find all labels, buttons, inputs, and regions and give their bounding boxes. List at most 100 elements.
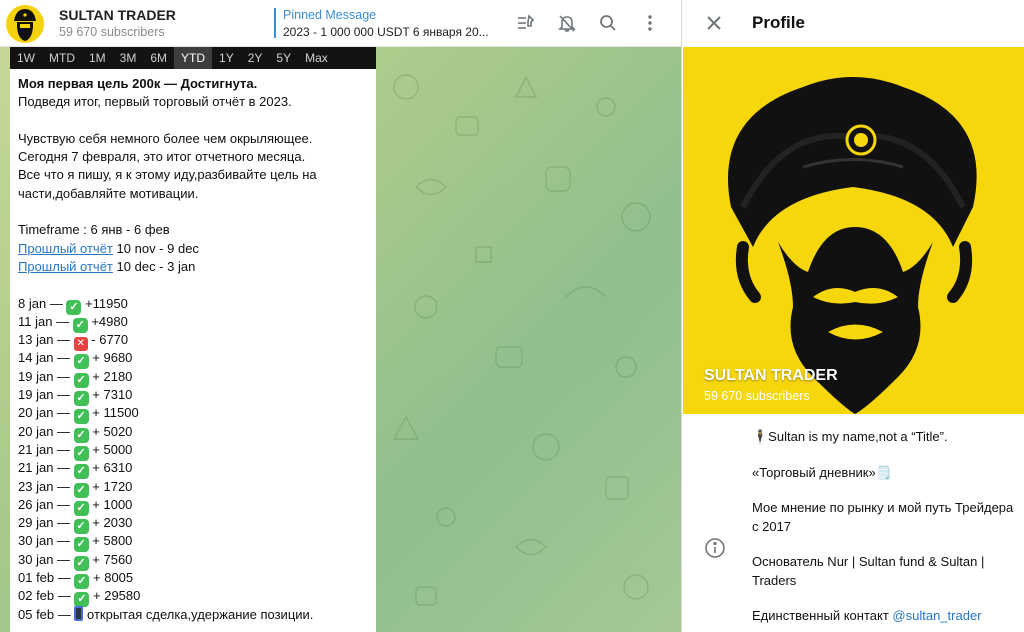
about-line: «Торговый дневник»🗒️ — [752, 464, 892, 480]
timeframe-1w[interactable]: 1W — [10, 47, 42, 69]
trade-value: + 2180 — [92, 368, 133, 384]
trade-date: 26 jan — [18, 496, 54, 512]
profile-name: SULTAN TRADER — [704, 367, 838, 384]
message-text: Моя первая цель 200к — Достигнута. Подве… — [18, 75, 370, 624]
trade-row: 02 feb — ✓ + 29580 — [18, 588, 141, 608]
trade-date: 20 jan — [18, 423, 54, 439]
mute-icon[interactable] — [556, 12, 578, 34]
trade-date: 21 jan — [18, 441, 54, 457]
contact-label: Единственный контакт — [752, 608, 889, 623]
timeframe-2y[interactable]: 2Y — [241, 47, 270, 69]
trade-date: 23 jan — [18, 478, 54, 494]
trade-date: 02 feb — [18, 588, 55, 604]
timeframe-5y[interactable]: 5Y — [269, 47, 298, 69]
trade-row: 23 jan — ✓ + 1720 — [18, 478, 133, 498]
message-subtitle: Подведя итог, первый торговый отчёт в 20… — [18, 94, 292, 110]
trade-row: 20 jan — ✓ + 5020 — [18, 423, 133, 443]
trade-row: 30 jan — ✓ + 5800 — [18, 533, 133, 553]
channel-avatar[interactable] — [6, 5, 44, 43]
trade-value: - 6770 — [91, 332, 129, 348]
trade-row: 8 jan — ✓ +11950 — [18, 295, 128, 315]
trade-value: + 7560 — [92, 551, 133, 567]
report-link-row: Прошлый отчёт 10 nov - 9 dec — [18, 240, 370, 258]
trade-row: 14 jan — ✓ + 9680 — [18, 350, 133, 370]
trade-date: 13 jan — [18, 332, 54, 348]
profile-photo[interactable]: SULTAN TRADER 59 670 subscribers — [683, 47, 1024, 414]
pinned-text: 2023 - 1 000 000 USDT 6 января 20... — [283, 25, 489, 39]
trade-value: + 8005 — [93, 570, 134, 586]
message-timeframe: Timeframe : 6 янв - 6 фев — [18, 222, 170, 238]
trade-date: 11 jan — [18, 313, 53, 329]
timeframe-1m[interactable]: 1M — [82, 47, 113, 69]
trade-value: + 5800 — [92, 533, 133, 549]
trade-value: +11950 — [85, 295, 128, 311]
about-line: Мое мнение по рынку и мой путь Трейдера … — [752, 500, 1014, 534]
report-range: 10 dec - 3 jan — [116, 258, 196, 274]
contact-line: Единственный контакт @sultan_trader — [752, 607, 1017, 626]
previous-report-link[interactable]: Прошлый отчёт — [18, 241, 113, 256]
message-paragraph: Все что я пишу, я к этому иду,разбивайте… — [18, 167, 317, 183]
pinned-message[interactable]: Pinned Message 2023 - 1 000 000 USDT 6 я… — [274, 8, 494, 39]
chat-header: SULTAN TRADER 59 670 subscribers Pinned … — [0, 0, 681, 47]
trade-value: + 5020 — [92, 423, 133, 439]
profile-panel: Profile SULTAN TRADER 59 670 subscribers… — [681, 0, 1024, 632]
trade-row: 21 jan — ✓ + 6310 — [18, 460, 133, 480]
trade-row: 13 jan — ✕ - 6770 — [18, 332, 129, 352]
pinned-label: Pinned Message — [283, 8, 377, 22]
close-icon[interactable] — [702, 11, 726, 35]
about-line: 🕴️Sultan is my name,not a “Title”. — [752, 429, 948, 444]
trade-row: 20 jan — ✓ + 11500 — [18, 405, 139, 425]
timeframe-ytd[interactable]: YTD — [174, 47, 213, 69]
channel-title[interactable]: SULTAN TRADER — [59, 7, 176, 23]
trade-row: 29 jan — ✓ + 2030 — [18, 515, 133, 535]
trade-value: + 6310 — [92, 460, 133, 476]
trade-value: + 7310 — [92, 387, 133, 403]
unpin-icon[interactable] — [515, 12, 537, 34]
timeframe-max[interactable]: Max — [298, 47, 335, 69]
trade-date: 01 feb — [18, 570, 55, 586]
chat-background-pattern — [392, 74, 651, 606]
timeframe-3m[interactable]: 3M — [113, 47, 144, 69]
trade-date: 19 jan — [18, 387, 54, 403]
trade-row: 30 jan — ✓ + 7560 — [18, 551, 133, 571]
profile-title: Profile — [752, 13, 805, 32]
report-range: 10 nov - 9 dec — [116, 240, 199, 256]
profile-about: 🕴️Sultan is my name,not a “Title”. «Торг… — [752, 428, 1017, 632]
trade-value: + 5000 — [92, 441, 133, 457]
trade-date: 21 jan — [18, 460, 54, 476]
message-title: Моя первая цель 200к — Достигнута. — [18, 76, 258, 91]
info-icon — [704, 537, 726, 559]
channel-subscribers: 59 670 subscribers — [59, 25, 165, 39]
message-paragraph: части,добавляйте мотивации. — [18, 185, 199, 201]
search-icon[interactable] — [597, 12, 619, 34]
about-line: Основатель Nur | Sultan fund & Sultan | … — [752, 554, 985, 588]
trade-value: + 2030 — [92, 515, 133, 531]
trade-value: + 1000 — [92, 496, 133, 512]
trade-row: 05 feb — открытая сделка,удержание позиц… — [18, 605, 314, 622]
trade-row: 19 jan — ✓ + 2180 — [18, 368, 133, 388]
trade-value: +4980 — [91, 313, 128, 329]
timeframe-bar: 1W MTD 1M 3M 6M YTD 1Y 2Y 5Y Max — [10, 47, 376, 69]
message-paragraph: Сегодня 7 февраля, это итог отчетного ме… — [18, 149, 306, 165]
trade-list: 8 jan — ✓ +11950 11 jan — ✓ +4980 13 jan —… — [18, 295, 370, 624]
timeframe-mtd[interactable]: MTD — [42, 47, 82, 69]
trade-date: 20 jan — [18, 405, 54, 421]
more-icon[interactable] — [639, 12, 661, 34]
trade-date: 8 jan — [18, 295, 47, 311]
trade-row: 11 jan — ✓ +4980 — [18, 313, 128, 333]
trade-row: 21 jan — ✓ + 5000 — [18, 441, 133, 461]
contact-handle-link[interactable]: @sultan_trader — [892, 608, 981, 623]
timeframe-1y[interactable]: 1Y — [212, 47, 241, 69]
message-paragraph: Чувствую себя немного более чем окрыляющ… — [18, 130, 313, 146]
phone-icon — [74, 605, 84, 621]
trade-value: открытая сделка,удержание позиции. — [87, 606, 314, 622]
trade-date: 05 feb — [18, 606, 55, 622]
trade-value: + 9680 — [92, 350, 133, 366]
profile-subscribers: 59 670 subscribers — [704, 389, 810, 403]
previous-report-link[interactable]: Прошлый отчёт — [18, 259, 113, 274]
check-icon: ✓ — [73, 464, 89, 480]
trade-row: 26 jan — ✓ + 1000 — [18, 496, 133, 516]
trade-row: 19 jan — ✓ + 7310 — [18, 387, 133, 407]
timeframe-6m[interactable]: 6M — [143, 47, 174, 69]
trade-date: 14 jan — [18, 350, 54, 366]
